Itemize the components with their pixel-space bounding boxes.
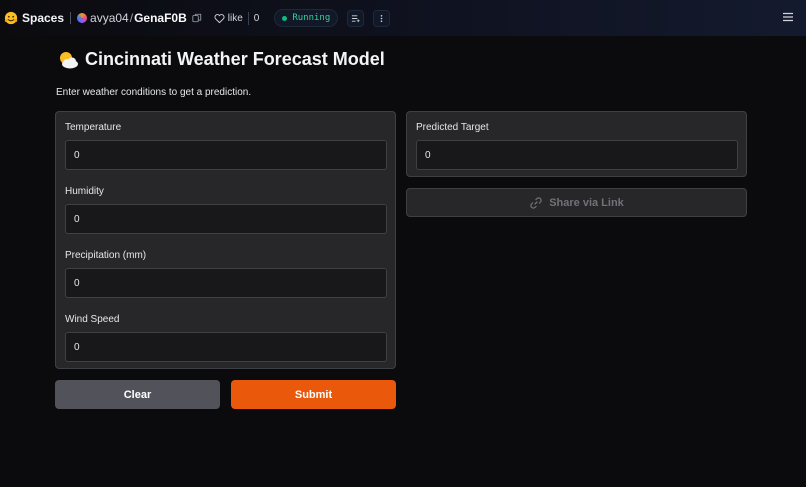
- link-icon: [530, 196, 542, 209]
- more-vertical-icon: [380, 14, 383, 22]
- precipitation-input[interactable]: [65, 268, 387, 298]
- clear-button[interactable]: Clear: [55, 380, 220, 409]
- owner-avatar: [77, 13, 88, 23]
- status-badge[interactable]: Running: [274, 9, 339, 27]
- repo-link[interactable]: GenaF0B: [134, 11, 187, 25]
- top-bar: Spaces avya04 / GenaF0B like 0 Running: [0, 0, 806, 36]
- status-text: Running: [292, 13, 331, 23]
- logs-button[interactable]: [347, 9, 365, 27]
- list-icon: [352, 14, 360, 22]
- like-label: like: [227, 12, 243, 24]
- like-count: 0: [247, 11, 265, 25]
- copy-icon[interactable]: [192, 13, 202, 23]
- like-button[interactable]: like 0: [214, 9, 265, 27]
- hamburger-menu-icon[interactable]: [782, 11, 794, 23]
- spaces-link[interactable]: Spaces: [22, 11, 64, 25]
- divider: [70, 12, 72, 24]
- heart-icon: [214, 13, 225, 23]
- predicted-target-output[interactable]: [416, 140, 738, 170]
- predicted-target-label: Predicted Target: [416, 122, 489, 133]
- title-row: Cincinnati Weather Forecast Model: [57, 49, 385, 70]
- page-title: Cincinnati Weather Forecast Model: [85, 49, 385, 69]
- submit-button[interactable]: Submit: [231, 380, 396, 409]
- page-description: Enter weather conditions to get a predic…: [56, 87, 252, 98]
- wind-speed-input[interactable]: [65, 332, 387, 362]
- temperature-label: Temperature: [65, 122, 122, 133]
- input-panel: Temperature Humidity Precipitation (mm) …: [55, 111, 396, 369]
- owner-link[interactable]: avya04: [90, 11, 129, 25]
- precipitation-label: Precipitation (mm): [65, 250, 147, 261]
- sun-behind-cloud-icon: [60, 51, 78, 68]
- wind-speed-label: Wind Speed: [65, 314, 120, 325]
- humidity-label: Humidity: [65, 186, 104, 197]
- share-via-link-button[interactable]: Share via Link: [406, 188, 747, 217]
- more-options-button[interactable]: [373, 9, 391, 27]
- output-panel: Predicted Target: [406, 111, 747, 177]
- status-dot-icon: [282, 15, 288, 21]
- humidity-input[interactable]: [65, 204, 387, 234]
- share-label: Share via Link: [549, 196, 624, 209]
- temperature-input[interactable]: [65, 140, 387, 170]
- path-separator: /: [129, 11, 134, 25]
- hugging-face-logo-icon[interactable]: [4, 11, 18, 25]
